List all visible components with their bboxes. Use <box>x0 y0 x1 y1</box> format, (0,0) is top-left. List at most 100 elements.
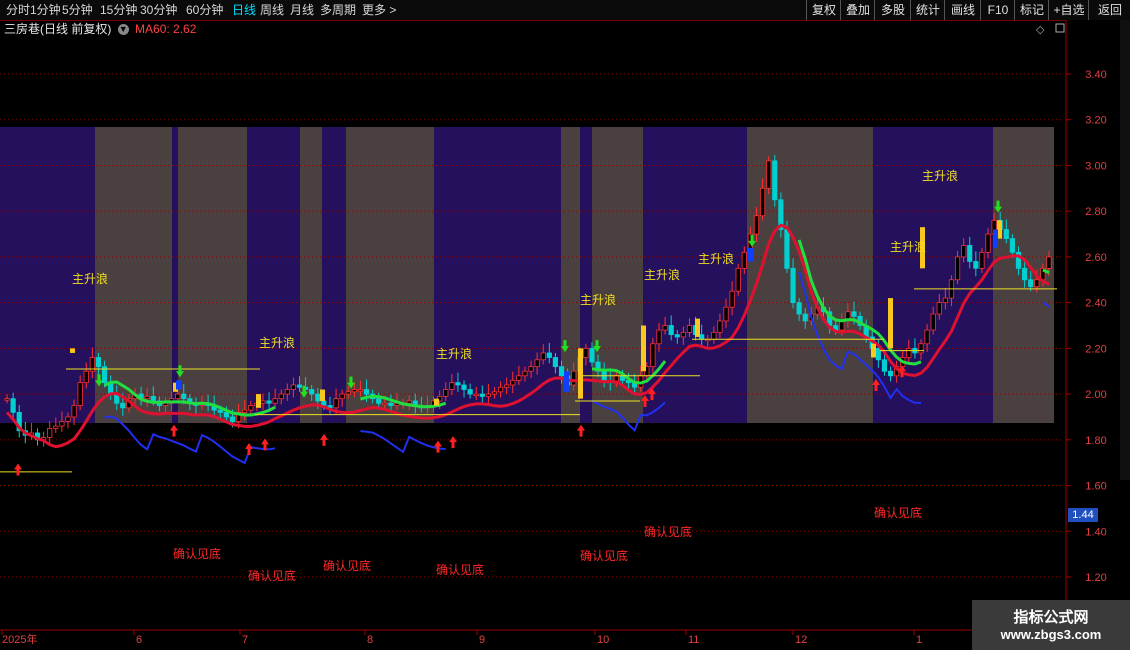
ma-blue-line-1 <box>360 430 446 454</box>
toolbar-item-1[interactable]: 1分钟 <box>30 2 61 18</box>
candle-body <box>668 325 674 336</box>
candle-body <box>449 382 455 390</box>
toolbar-right-6[interactable]: 标记 <box>1014 0 1049 20</box>
ytick-label-3: 2.80 <box>1085 206 1106 218</box>
up-wave-label-1: 主升浪 <box>259 335 295 350</box>
candle-body <box>680 331 686 338</box>
toolbar-item-2[interactable]: 5分钟 <box>62 2 93 18</box>
toolbar-right-0[interactable]: 复权 <box>806 0 841 20</box>
kline-chart[interactable]: ◇ 3.40 3.20 3.00 2.80 2.60 2.40 2.20 2.00 1.80 1.6… <box>0 20 1130 650</box>
signal-bar-4 <box>434 398 439 406</box>
up-wave-label-5: 主升浪 <box>698 251 734 266</box>
signal-bar-5 <box>578 348 583 399</box>
candle-body <box>406 400 412 404</box>
candle-body <box>552 357 559 368</box>
toolbar-item-3[interactable]: 15分钟 <box>100 2 137 18</box>
toolbar-item-6[interactable]: 日线 <box>232 2 256 18</box>
candle-body <box>516 375 522 381</box>
watermark: 指标公式网 www.zbgs3.com <box>972 600 1130 650</box>
signal-bar-7 <box>695 318 700 337</box>
candle-body <box>546 352 552 358</box>
toolbar-right-5[interactable]: F10 <box>980 0 1015 20</box>
diamond-icon: ◇ <box>1036 23 1045 36</box>
candle-body <box>802 313 808 322</box>
confirm-bottom-label-2: 确认见底 <box>323 558 371 573</box>
up-wave-label-3: 主升浪 <box>580 292 616 307</box>
candle-body <box>339 393 345 400</box>
candle-body <box>382 402 388 406</box>
candle-body <box>175 393 181 400</box>
candle-body <box>467 389 473 395</box>
candle-body <box>1021 267 1028 281</box>
toolbar-right-7[interactable]: +自选 <box>1048 0 1089 20</box>
buy-arrow-icon <box>320 433 328 446</box>
toolbar-item-4[interactable]: 30分钟 <box>140 2 177 18</box>
candle-body <box>504 384 510 388</box>
candle-body <box>881 359 888 372</box>
candle-body <box>290 384 297 390</box>
ytick-label-0: 3.40 <box>1085 69 1106 81</box>
toolbar-item-5[interactable]: 60分钟 <box>186 2 223 18</box>
candle-body <box>772 160 778 201</box>
candle-body <box>315 393 321 402</box>
ytick-label-1: 3.20 <box>1085 115 1106 127</box>
stock-title: 三房巷(日线 前复权) <box>4 22 112 36</box>
signal-bar-0 <box>70 348 75 353</box>
candle-body <box>735 267 741 292</box>
candle-body <box>120 402 126 409</box>
toolbar-item-0[interactable]: 分时 <box>6 2 30 18</box>
ytick-label-7: 2.00 <box>1085 389 1106 401</box>
candle-body <box>942 297 948 304</box>
candle-body <box>278 393 284 400</box>
ma-toggle-icon[interactable]: ▼ <box>117 24 129 36</box>
toolbar-item-7[interactable]: 周线 <box>260 2 284 18</box>
signal-bar-2 <box>256 394 261 408</box>
xtick-label-2: 7 <box>242 634 248 646</box>
candle-body <box>59 421 65 427</box>
candle-body <box>967 245 973 262</box>
candle-body <box>479 393 485 397</box>
candle-body <box>656 329 662 345</box>
blue-signal-2 <box>748 247 753 262</box>
candle-body <box>376 398 382 404</box>
toolbar-right-8[interactable]: 返回 <box>1088 0 1130 20</box>
toolbar-item-8[interactable]: 月线 <box>290 2 314 18</box>
xtick-label-0: 2025年 <box>2 632 37 646</box>
xtick-label-4: 9 <box>479 634 485 646</box>
candle-body <box>887 370 894 377</box>
candle-body <box>790 267 796 304</box>
candle-body <box>321 400 327 406</box>
candle-body <box>918 343 924 354</box>
toolbar-right-1[interactable]: 叠加 <box>840 0 875 20</box>
up-wave-label-6: 主升浪 <box>890 239 926 254</box>
toolbar-right-3[interactable]: 统计 <box>910 0 945 20</box>
candle-body <box>71 405 77 418</box>
candle-body <box>784 229 790 269</box>
toolbar-right-2[interactable]: 多股 <box>874 0 911 20</box>
ma60-label: MA60: 2.62 <box>135 22 197 36</box>
ytick-label-8: 1.80 <box>1085 435 1106 447</box>
candle-body <box>534 359 540 368</box>
xtick-label-1: 6 <box>136 634 142 646</box>
xtick-label-6: 11 <box>688 634 699 646</box>
candle-body <box>954 256 961 281</box>
toolbar-item-10[interactable]: 更多 > <box>362 2 396 18</box>
toolbar-item-9[interactable]: 多周期 <box>320 2 356 18</box>
candle-body <box>150 395 156 402</box>
confirm-bottom-label-0: 确认见底 <box>173 546 221 561</box>
candle-body <box>95 357 102 368</box>
buy-arrow-icon <box>449 436 457 449</box>
candle-body <box>930 313 936 331</box>
ytick-label-6: 2.20 <box>1085 343 1106 355</box>
confirm-bottom-label-6: 确认见底 <box>874 505 922 520</box>
band-5 <box>300 127 322 423</box>
buy-arrow-icon <box>245 442 253 455</box>
ytick-label-11: 1.20 <box>1085 572 1106 584</box>
band-8 <box>434 127 561 423</box>
blue-signal-1 <box>564 371 569 392</box>
toolbar-right-4[interactable]: 画线 <box>944 0 981 20</box>
candle-body <box>936 302 942 315</box>
candle-body <box>686 325 693 333</box>
candle-body <box>558 366 565 377</box>
xtick-label-3: 8 <box>367 634 373 646</box>
